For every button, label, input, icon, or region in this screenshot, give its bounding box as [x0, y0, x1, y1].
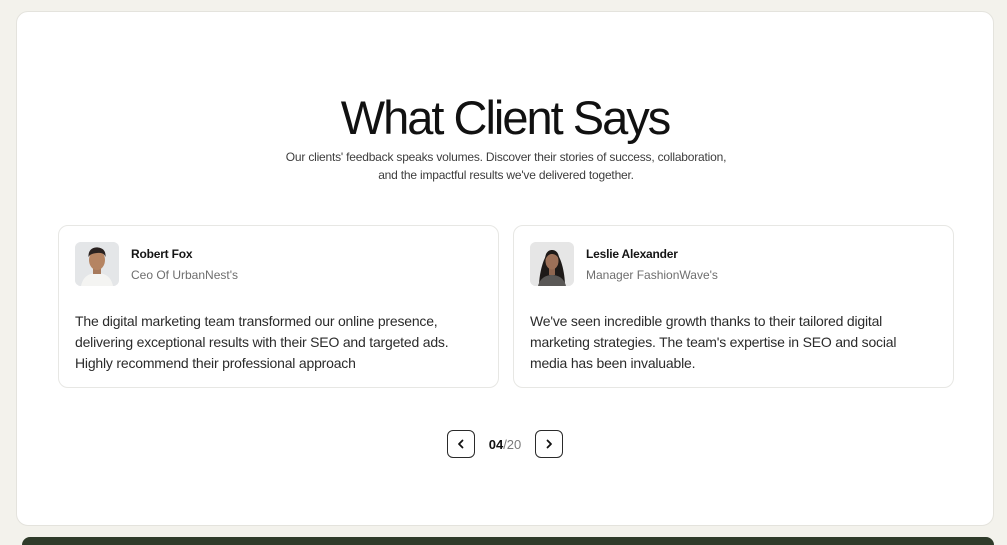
client-role: Ceo Of UrbanNest's — [131, 268, 238, 282]
previous-button[interactable] — [447, 430, 475, 458]
testimonial-quote: The digital marketing team transformed o… — [75, 313, 449, 371]
section-subtitle: Our clients' feedback speaks volumes. Di… — [257, 148, 755, 184]
avatar-woman-icon — [530, 242, 574, 286]
avatar-man-icon — [75, 242, 119, 286]
subtitle-line-1: Our clients' feedback speaks volumes. Di… — [285, 150, 727, 164]
section-title: What Client Says — [340, 91, 671, 144]
avatar — [530, 242, 574, 286]
client-name: Leslie Alexander — [586, 247, 678, 261]
next-button[interactable] — [535, 430, 563, 458]
testimonial-quote: We've seen incredible growth thanks to t… — [530, 313, 897, 371]
chevron-left-icon — [458, 439, 464, 449]
client-role: Manager FashionWave's — [586, 268, 718, 282]
next-section-edge — [22, 537, 994, 545]
subtitle-line-2: and the impactful results we've delivere… — [378, 168, 634, 182]
page-indicator: 04/20 — [475, 437, 535, 452]
avatar — [75, 242, 119, 286]
client-name: Robert Fox — [131, 247, 193, 261]
page-current: 04 — [488, 436, 504, 452]
page-total: /20 — [503, 436, 522, 452]
chevron-right-icon — [546, 439, 552, 449]
testimonials-section: What Client Says Our clients' feedback s… — [16, 11, 994, 526]
testimonial-card: Robert Fox Ceo Of UrbanNest's The digita… — [58, 225, 499, 388]
testimonial-card: Leslie Alexander Manager FashionWave's W… — [513, 225, 954, 388]
carousel-pagination: 04/20 — [447, 430, 563, 458]
